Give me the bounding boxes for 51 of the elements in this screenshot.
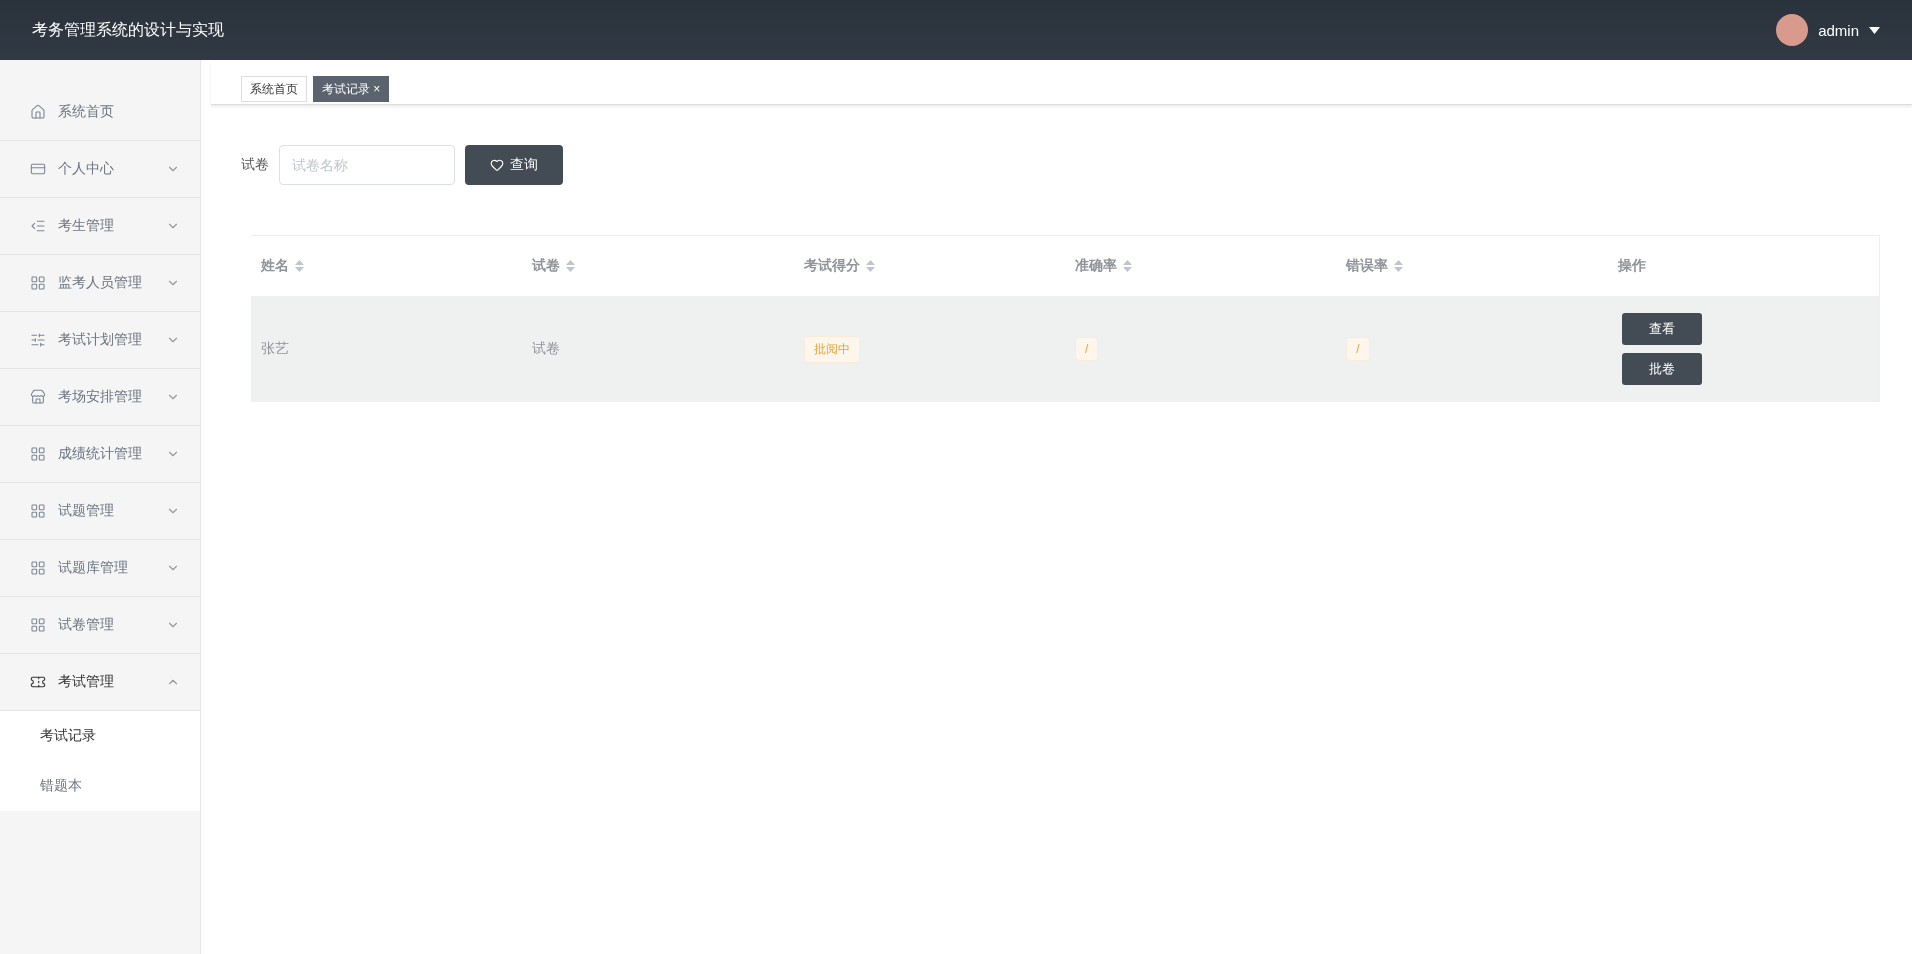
sort-icon[interactable]	[865, 260, 875, 272]
table-cell: 张艺	[261, 340, 289, 358]
action-button[interactable]: 查看	[1621, 313, 1702, 345]
app-title: 考务管理系统的设计与实现	[32, 19, 224, 40]
column-header: 考试得分	[803, 257, 860, 275]
card-icon	[30, 161, 46, 177]
page-tab[interactable]: 系统首页	[241, 76, 307, 102]
column-header: 准确率	[1075, 257, 1117, 275]
status-tag: /	[1075, 337, 1099, 361]
sort-icon[interactable]	[566, 260, 576, 272]
store-icon	[30, 389, 46, 405]
user-name[interactable]: admin	[1818, 21, 1859, 39]
grid-icon	[30, 275, 46, 291]
column-header: 试卷	[532, 257, 561, 275]
menu-item[interactable]: 成绩统计管理	[0, 426, 200, 483]
submenu-item[interactable]: 错题本	[0, 761, 200, 811]
sort-icon[interactable]	[1394, 260, 1404, 272]
avatar[interactable]	[1776, 14, 1809, 46]
menu-item[interactable]: 试题管理	[0, 483, 200, 540]
menu-item[interactable]: 考试计划管理	[0, 312, 200, 369]
status-tag: 批阅中	[803, 335, 860, 363]
menu-item[interactable]: 试卷管理	[0, 597, 200, 654]
menu-item[interactable]: 考生管理	[0, 198, 200, 255]
menu-item[interactable]: 试题库管理	[0, 540, 200, 597]
grid-icon	[30, 617, 46, 633]
action-button[interactable]: 批卷	[1621, 353, 1702, 385]
menu-item[interactable]: 考场安排管理	[0, 369, 200, 426]
menu-item[interactable]: 系统首页	[0, 84, 200, 141]
table-cell: 试卷	[532, 340, 561, 358]
caret-icon[interactable]	[1869, 26, 1880, 34]
home-icon	[30, 104, 46, 120]
query-button[interactable]: 查询	[465, 145, 563, 185]
grid-icon	[30, 446, 46, 462]
menu-item[interactable]: 个人中心	[0, 141, 200, 198]
list-icon	[30, 218, 46, 234]
sliders-icon	[30, 332, 46, 348]
grid-icon	[30, 503, 46, 519]
field-label: 试卷	[241, 156, 269, 174]
ticket-icon	[30, 674, 46, 690]
sort-icon[interactable]	[295, 260, 304, 272]
column-header: 错误率	[1346, 257, 1389, 275]
page-tab[interactable]: 考试记录 ×	[313, 76, 390, 102]
search-field[interactable]: 试卷名称	[279, 145, 455, 185]
grid-icon	[30, 560, 46, 576]
status-tag: /	[1346, 337, 1370, 361]
column-header: 操作	[1617, 257, 1646, 275]
submenu-item[interactable]: 考试记录	[0, 711, 200, 761]
heart-icon	[490, 158, 504, 172]
sort-icon[interactable]	[1123, 260, 1132, 272]
menu-item[interactable]: 监考人员管理	[0, 255, 200, 312]
column-header: 姓名	[261, 257, 289, 275]
